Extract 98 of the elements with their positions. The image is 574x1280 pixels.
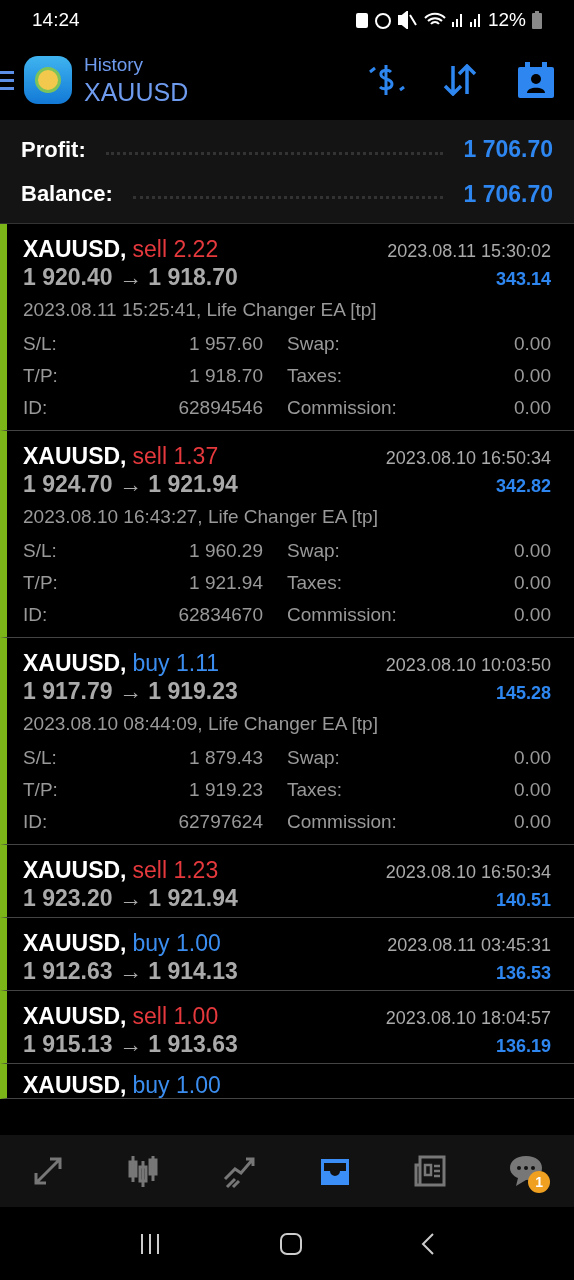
detail-label: Taxes: <box>287 570 342 595</box>
detail-value: 1 879.43 <box>189 745 263 770</box>
deal-type: sell 2.22 <box>132 235 219 264</box>
deal-type: sell 1.00 <box>132 1002 219 1031</box>
deal-profit: 136.53 <box>495 962 551 985</box>
deal-row[interactable]: XAUUSD, buy 1.00 2023.08.11 03:45:31 1 912.63 → 1 914.13 136.53 <box>0 918 574 991</box>
menu-icon[interactable] <box>0 68 16 92</box>
deal-row[interactable]: XAUUSD, buy 1.00 <box>0 1064 574 1099</box>
detail-value: 1 921.94 <box>189 570 263 595</box>
deal-symbol: XAUUSD, <box>23 1002 127 1031</box>
detail-label: Commission: <box>287 602 397 627</box>
detail-value: 1 918.70 <box>189 363 263 388</box>
detail-value: 0.00 <box>514 745 551 770</box>
detail-label: Taxes: <box>287 777 342 802</box>
detail-label: S/L: <box>23 745 57 770</box>
deal-row[interactable]: XAUUSD, sell 1.23 2023.08.10 16:50:34 1 923.20 → 1 921.94 140.51 <box>0 845 574 918</box>
deal-time: 2023.08.10 18:04:57 <box>385 1007 551 1030</box>
detail-label: Swap: <box>287 745 340 770</box>
deal-type: buy 1.00 <box>132 1071 221 1100</box>
deal-profit: 140.51 <box>495 889 551 912</box>
deal-comment: 2023.08.11 15:25:41, Life Changer EA [tp] <box>23 298 378 322</box>
detail-label: Taxes: <box>287 363 342 388</box>
deal-type: buy 1.00 <box>132 929 221 958</box>
deal-symbol: XAUUSD, <box>23 649 127 678</box>
detail-value: 1 919.23 <box>189 777 263 802</box>
currency-exchange-icon[interactable] <box>366 62 406 98</box>
deal-prices: 1 917.79 → 1 919.23 <box>23 677 238 706</box>
detail-label: T/P: <box>23 363 58 388</box>
sort-icon[interactable] <box>442 64 478 96</box>
deal-symbol: XAUUSD, <box>23 856 127 885</box>
detail-value: 0.00 <box>514 363 551 388</box>
clock: 14:24 <box>32 7 80 32</box>
app-logo-icon <box>24 56 72 104</box>
detail-value: 62834670 <box>178 602 263 627</box>
deal-row[interactable]: XAUUSD, sell 1.37 2023.08.10 16:50:34 1 924.70 → 1 921.94 342.82 2023.08.10 16:43:27, Life Changer EA [tp] S/L: 1 960.29 Swap: 0.00 T/P: 1 921.94 Taxes: 0.00 ID: 62834670 Commission: 0.00 <box>0 431 574 638</box>
screen-subtitle: History <box>84 53 145 77</box>
notification-badge: 1 <box>528 1171 551 1193</box>
deal-comment: 2023.08.10 08:44:09, Life Changer EA [tp] <box>23 712 379 736</box>
deal-symbol: XAUUSD, <box>23 442 127 471</box>
detail-label: S/L: <box>23 331 57 356</box>
back-icon[interactable] <box>419 1231 436 1256</box>
detail-label: S/L: <box>23 538 57 563</box>
symbol-title: XAUUSD <box>84 77 189 107</box>
deal-prices: 1 912.63 → 1 914.13 <box>23 957 238 986</box>
detail-value: 0.00 <box>514 809 551 834</box>
summary-label: Balance: <box>21 180 113 209</box>
detail-label: Commission: <box>287 395 397 420</box>
detail-label: ID: <box>23 602 48 627</box>
detail-label: ID: <box>23 395 48 420</box>
detail-value: 62894546 <box>178 395 263 420</box>
detail-label: T/P: <box>23 570 58 595</box>
deal-symbol: XAUUSD, <box>23 929 127 958</box>
deal-profit: 145.28 <box>495 682 551 705</box>
detail-label: Commission: <box>287 809 397 834</box>
detail-value: 0.00 <box>514 602 551 627</box>
detail-label: ID: <box>23 809 48 834</box>
deal-profit: 343.14 <box>495 268 551 291</box>
deal-profit: 342.82 <box>495 475 551 498</box>
detail-label: T/P: <box>23 777 58 802</box>
detail-label: Swap: <box>287 538 340 563</box>
deal-prices: 1 923.20 → 1 921.94 <box>23 884 238 913</box>
deal-time: 2023.08.11 15:30:02 <box>387 240 551 263</box>
deal-prices: 1 920.40 → 1 918.70 <box>23 263 238 292</box>
deal-prices: 1 924.70 → 1 921.94 <box>23 470 238 499</box>
battery-icon <box>532 11 542 29</box>
deal-profit: 136.19 <box>495 1035 551 1058</box>
summary-value: 1 706.70 <box>463 179 553 209</box>
battery-percent: 12% <box>487 7 526 32</box>
detail-value: 0.00 <box>514 395 551 420</box>
deal-row[interactable]: XAUUSD, sell 1.00 2023.08.10 18:04:57 1 915.13 → 1 913.63 136.19 <box>0 991 574 1064</box>
deal-prices: 1 915.13 → 1 913.63 <box>23 1030 238 1059</box>
summary-value: 1 706.70 <box>463 135 553 164</box>
deal-symbol: XAUUSD, <box>23 1071 127 1100</box>
signal-icon <box>451 13 464 27</box>
deal-time: 2023.08.10 16:50:34 <box>385 447 551 470</box>
deal-time: 2023.08.10 16:50:34 <box>385 861 551 884</box>
deal-row[interactable]: XAUUSD, buy 1.11 2023.08.10 10:03:50 1 917.79 → 1 919.23 145.28 2023.08.10 08:44:09, Life Changer EA [tp] S/L: 1 879.43 Swap: 0.00 T/P: 1 919.23 Taxes: 0.00 ID: 62797624 Commission: 0.00 <box>0 638 574 845</box>
detail-value: 1 957.60 <box>189 331 263 356</box>
signal-icon <box>469 13 482 27</box>
home-icon[interactable] <box>279 1231 303 1256</box>
summary-label: Profit: <box>21 135 86 164</box>
calendar-contact-icon[interactable] <box>518 62 554 98</box>
mute-icon <box>397 11 418 29</box>
detail-value: 1 960.29 <box>189 538 263 563</box>
detail-label: Swap: <box>287 331 340 356</box>
deal-symbol: XAUUSD, <box>23 235 127 264</box>
detail-value: 0.00 <box>514 777 551 802</box>
deal-type: sell 1.23 <box>132 856 219 885</box>
detail-value: 0.00 <box>514 331 551 356</box>
deal-time: 2023.08.11 03:45:31 <box>387 934 551 957</box>
deal-time: 2023.08.10 10:03:50 <box>385 654 551 677</box>
deal-type: sell 1.37 <box>132 442 219 471</box>
deal-row[interactable]: XAUUSD, sell 2.22 2023.08.11 15:30:02 1 920.40 → 1 918.70 343.14 2023.08.11 15:25:41, Life Changer EA [tp] S/L: 1 957.60 Swap: 0.00 T/P: 1 918.70 Taxes: 0.00 ID: 62894546 Commission: 0.00 <box>0 224 574 431</box>
deal-comment: 2023.08.10 16:43:27, Life Changer EA [tp] <box>23 505 379 529</box>
detail-value: 0.00 <box>514 538 551 563</box>
detail-value: 62797624 <box>178 809 263 834</box>
detail-value: 0.00 <box>514 570 551 595</box>
deal-type: buy 1.11 <box>132 649 220 678</box>
